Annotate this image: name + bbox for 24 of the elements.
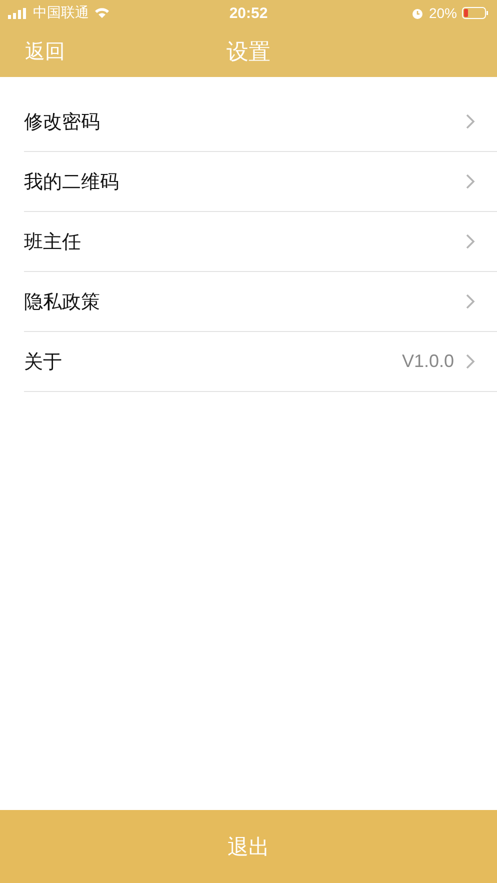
setting-label: 隐私政策 xyxy=(24,290,101,314)
wifi-icon xyxy=(94,7,110,19)
clock-time: 20:52 xyxy=(229,4,268,22)
settings-row[interactable]: 修改密码 xyxy=(24,92,497,152)
settings-row[interactable]: 我的二维码 xyxy=(24,152,497,212)
battery-percent: 20% xyxy=(428,5,457,21)
setting-value: V1.0.0 xyxy=(402,351,454,372)
setting-label: 我的二维码 xyxy=(24,170,120,194)
setting-label: 修改密码 xyxy=(24,110,101,134)
setting-label: 班主任 xyxy=(24,230,82,254)
page-title: 设置 xyxy=(226,40,270,64)
chevron-icon xyxy=(466,174,475,189)
carrier-name: 中国联通 xyxy=(33,4,89,22)
settings-row[interactable]: 隐私政策 xyxy=(24,272,497,332)
signal-icon xyxy=(8,8,28,18)
chevron-icon xyxy=(466,354,475,369)
chevron-icon xyxy=(466,114,475,129)
chevron-icon xyxy=(466,234,475,249)
settings-row[interactable]: 关于 V1.0.0 xyxy=(24,332,497,392)
battery-icon xyxy=(462,7,489,19)
settings-row[interactable]: 班主任 xyxy=(24,212,497,272)
alarm-icon xyxy=(410,6,424,20)
setting-label: 关于 xyxy=(24,350,63,374)
chevron-icon xyxy=(466,294,475,309)
